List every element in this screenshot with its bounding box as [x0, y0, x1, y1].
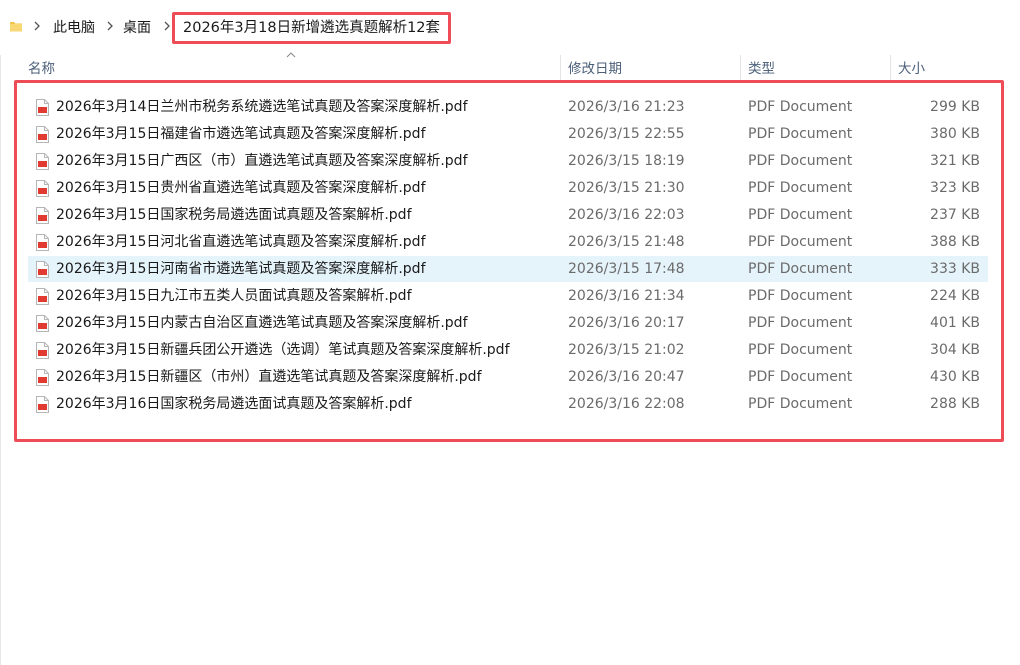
- pdf-file-icon: [36, 342, 49, 359]
- pdf-file-icon: [36, 234, 49, 251]
- file-type: PDF Document: [748, 288, 853, 304]
- file-type: PDF Document: [748, 126, 853, 142]
- file-size: 380 KB: [930, 126, 980, 142]
- column-header-type[interactable]: 类型: [748, 60, 775, 78]
- file-size: 333 KB: [930, 261, 980, 277]
- file-modified-date: 2026/3/16 22:08: [568, 396, 685, 412]
- file-row[interactable]: 2026年3月14日兰州市税务系统遴选笔试真题及答案深度解析.pdf 2026/3…: [28, 94, 988, 120]
- file-modified-date: 2026/3/15 21:30: [568, 180, 685, 196]
- breadcrumb: 此电脑 桌面 2026年3月18日新增遴选真题解析12套: [0, 0, 1020, 48]
- pdf-file-icon: [36, 261, 49, 278]
- breadcrumb-item-desktop[interactable]: 桌面: [123, 18, 151, 38]
- file-row[interactable]: 2026年3月15日九江市五类人员面试真题及答案解析.pdf 2026/3/16 …: [28, 283, 988, 309]
- column-header-row: 名称 修改日期 类型 大小: [0, 52, 1020, 83]
- sort-up-icon: [286, 52, 296, 58]
- column-header-modified[interactable]: 修改日期: [568, 60, 622, 78]
- file-row[interactable]: 2026年3月15日新疆区（市州）直遴选笔试真题及答案深度解析.pdf 2026/…: [28, 364, 988, 390]
- column-divider[interactable]: [740, 55, 741, 83]
- pdf-file-icon: [36, 180, 49, 197]
- file-size: 299 KB: [930, 99, 980, 115]
- file-size: 304 KB: [930, 342, 980, 358]
- file-name: 2026年3月15日新疆兵团公开遴选（选调）笔试真题及答案深度解析.pdf: [56, 342, 510, 358]
- file-name: 2026年3月15日新疆区（市州）直遴选笔试真题及答案深度解析.pdf: [56, 369, 482, 385]
- file-type: PDF Document: [748, 99, 853, 115]
- pdf-file-icon: [36, 207, 49, 224]
- pdf-file-icon: [36, 369, 49, 386]
- chevron-right-icon[interactable]: [33, 21, 41, 31]
- file-type: PDF Document: [748, 207, 853, 223]
- file-type: PDF Document: [748, 180, 853, 196]
- file-name: 2026年3月14日兰州市税务系统遴选笔试真题及答案深度解析.pdf: [56, 99, 468, 115]
- file-type: PDF Document: [748, 261, 853, 277]
- file-row[interactable]: 2026年3月16日国家税务局遴选面试真题及答案解析.pdf 2026/3/16 …: [28, 391, 988, 417]
- file-size: 224 KB: [930, 288, 980, 304]
- file-modified-date: 2026/3/15 21:48: [568, 234, 685, 250]
- file-type: PDF Document: [748, 234, 853, 250]
- file-name: 2026年3月15日河南省市遴选笔试真题及答案深度解析.pdf: [56, 261, 426, 277]
- file-row[interactable]: 2026年3月15日河南省市遴选笔试真题及答案深度解析.pdf 2026/3/15…: [28, 256, 988, 282]
- file-type: PDF Document: [748, 315, 853, 331]
- file-name: 2026年3月15日内蒙古自治区直遴选笔试真题及答案深度解析.pdf: [56, 315, 468, 331]
- file-name: 2026年3月15日贵州省直遴选笔试真题及答案深度解析.pdf: [56, 180, 426, 196]
- chevron-right-icon[interactable]: [106, 21, 114, 31]
- file-size: 321 KB: [930, 153, 980, 169]
- column-header-size[interactable]: 大小: [898, 60, 925, 78]
- breadcrumb-item-this-pc[interactable]: 此电脑: [53, 18, 95, 38]
- file-name: 2026年3月16日国家税务局遴选面试真题及答案解析.pdf: [56, 396, 412, 412]
- file-size: 401 KB: [930, 315, 980, 331]
- column-header-name[interactable]: 名称: [28, 60, 55, 78]
- file-modified-date: 2026/3/15 22:55: [568, 126, 685, 142]
- file-row[interactable]: 2026年3月15日福建省市遴选笔试真题及答案深度解析.pdf 2026/3/15…: [28, 121, 988, 147]
- file-type: PDF Document: [748, 369, 853, 385]
- pane-divider: [0, 55, 1, 665]
- breadcrumb-item-current-folder[interactable]: 2026年3月18日新增遴选真题解析12套: [172, 12, 452, 44]
- file-modified-date: 2026/3/16 20:17: [568, 315, 685, 331]
- file-name: 2026年3月15日河北省直遴选笔试真题及答案深度解析.pdf: [56, 234, 426, 250]
- file-size: 288 KB: [930, 396, 980, 412]
- file-row[interactable]: 2026年3月15日国家税务局遴选面试真题及答案解析.pdf 2026/3/16 …: [28, 202, 988, 228]
- file-modified-date: 2026/3/15 18:19: [568, 153, 685, 169]
- pdf-file-icon: [36, 396, 49, 413]
- file-size: 323 KB: [930, 180, 980, 196]
- file-row[interactable]: 2026年3月15日新疆兵团公开遴选（选调）笔试真题及答案深度解析.pdf 202…: [28, 337, 988, 363]
- file-type: PDF Document: [748, 342, 853, 358]
- file-name: 2026年3月15日九江市五类人员面试真题及答案解析.pdf: [56, 288, 412, 304]
- pdf-file-icon: [36, 153, 49, 170]
- pdf-file-icon: [36, 315, 49, 332]
- column-divider[interactable]: [560, 55, 561, 83]
- file-type: PDF Document: [748, 153, 853, 169]
- pdf-file-icon: [36, 288, 49, 305]
- file-row[interactable]: 2026年3月15日广西区（市）直遴选笔试真题及答案深度解析.pdf 2026/3…: [28, 148, 988, 174]
- file-row[interactable]: 2026年3月15日河北省直遴选笔试真题及答案深度解析.pdf 2026/3/15…: [28, 229, 988, 255]
- file-size: 430 KB: [930, 369, 980, 385]
- file-size: 388 KB: [930, 234, 980, 250]
- file-row[interactable]: 2026年3月15日贵州省直遴选笔试真题及答案深度解析.pdf 2026/3/15…: [28, 175, 988, 201]
- file-modified-date: 2026/3/16 21:34: [568, 288, 685, 304]
- chevron-right-icon[interactable]: [163, 21, 171, 31]
- file-name: 2026年3月15日国家税务局遴选面试真题及答案解析.pdf: [56, 207, 412, 223]
- folder-icon[interactable]: [9, 19, 23, 33]
- column-divider[interactable]: [890, 55, 891, 83]
- file-modified-date: 2026/3/16 22:03: [568, 207, 685, 223]
- pdf-file-icon: [36, 99, 49, 116]
- file-modified-date: 2026/3/15 21:02: [568, 342, 685, 358]
- file-size: 237 KB: [930, 207, 980, 223]
- file-modified-date: 2026/3/16 20:47: [568, 369, 685, 385]
- file-row[interactable]: 2026年3月15日内蒙古自治区直遴选笔试真题及答案深度解析.pdf 2026/3…: [28, 310, 988, 336]
- pdf-file-icon: [36, 126, 49, 143]
- file-name: 2026年3月15日广西区（市）直遴选笔试真题及答案深度解析.pdf: [56, 153, 468, 169]
- file-modified-date: 2026/3/15 17:48: [568, 261, 685, 277]
- file-type: PDF Document: [748, 396, 853, 412]
- file-modified-date: 2026/3/16 21:23: [568, 99, 685, 115]
- file-list: 2026年3月14日兰州市税务系统遴选笔试真题及答案深度解析.pdf 2026/3…: [14, 80, 1004, 442]
- file-name: 2026年3月15日福建省市遴选笔试真题及答案深度解析.pdf: [56, 126, 426, 142]
